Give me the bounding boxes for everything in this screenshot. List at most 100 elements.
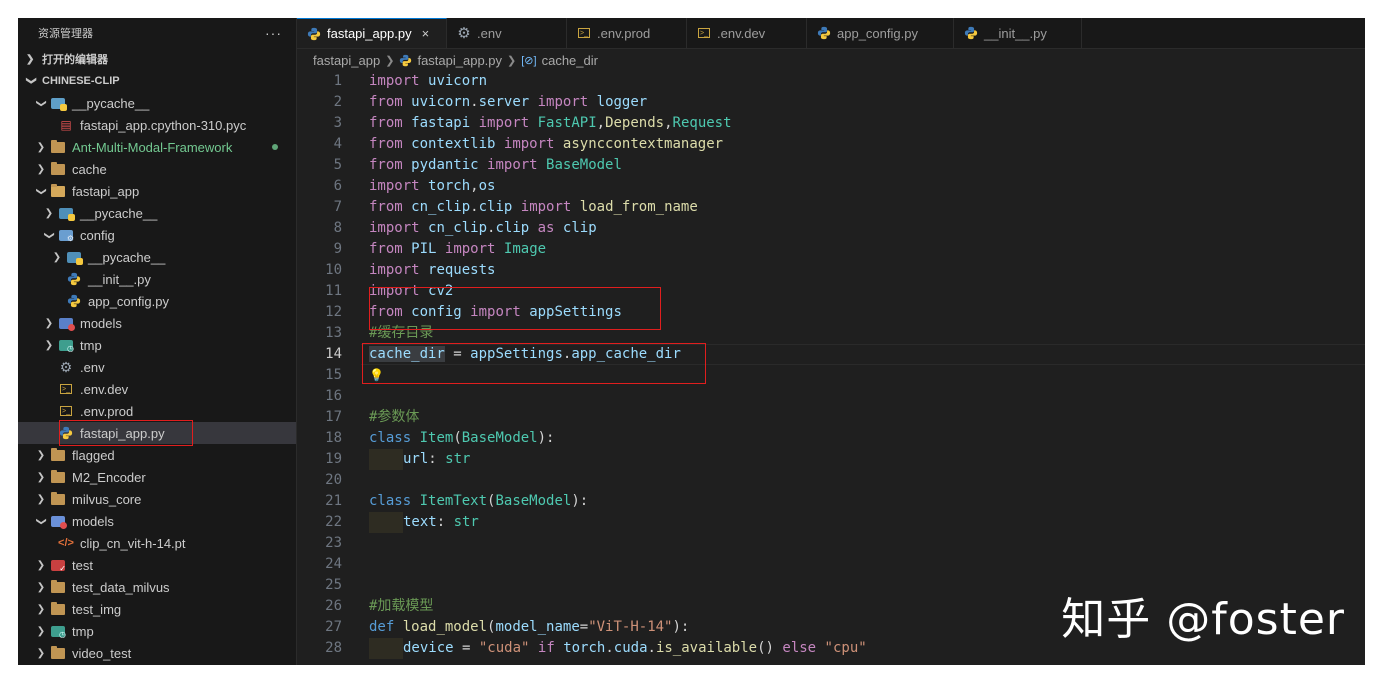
- code-line[interactable]: from PIL import Image: [369, 239, 546, 260]
- line-number: 17: [325, 409, 342, 425]
- chevron-right-icon[interactable]: ❯: [42, 318, 56, 329]
- tree-item[interactable]: ❯ ◷ tmp: [18, 620, 296, 642]
- lightbulb-icon[interactable]: 💡: [369, 368, 384, 382]
- code-line[interactable]: def load_model(model_name="ViT-H-14"):: [369, 617, 689, 638]
- tree-item[interactable]: __init__.py: [18, 268, 296, 290]
- code-line[interactable]: from pydantic import BaseModel: [369, 155, 622, 176]
- tree-item[interactable]: ❯ flagged: [18, 444, 296, 466]
- editor-tab[interactable]: ⚙ .env: [447, 18, 567, 48]
- tree-item-label: .env.dev: [80, 381, 129, 397]
- tree-item[interactable]: ❯ milvus_core: [18, 488, 296, 510]
- code-line[interactable]: class ItemText(BaseModel):: [369, 491, 588, 512]
- code-token: os: [478, 178, 496, 194]
- tree-item[interactable]: ❯ fastapi_app: [18, 180, 296, 202]
- tree-item[interactable]: ❯ ⚙ config: [18, 224, 296, 246]
- tree-item[interactable]: app_config.py: [18, 290, 296, 312]
- chevron-right-icon[interactable]: ❯: [34, 472, 48, 483]
- tree-item[interactable]: ⚙ .env: [18, 356, 296, 378]
- folder-icon: [50, 139, 66, 155]
- tree-item[interactable]: ❯ M2_Encoder: [18, 466, 296, 488]
- tree-item[interactable]: ❯ Ant-Multi-Modal-Framework: [18, 136, 296, 158]
- editor-tab[interactable]: __init__.py: [954, 18, 1082, 48]
- code-token: ):: [537, 430, 555, 446]
- code-line[interactable]: from uvicorn.server import logger: [369, 92, 647, 113]
- tree-item[interactable]: </> clip_cn_vit-h-14.pt: [18, 532, 296, 554]
- chevron-right-icon[interactable]: ❯: [34, 560, 48, 571]
- editor-tab[interactable]: >_ .env.dev: [687, 18, 807, 48]
- code-line[interactable]: import torch,os: [369, 176, 495, 197]
- code-line[interactable]: from config import appSettings: [369, 302, 622, 323]
- code-line[interactable]: #参数体: [369, 407, 419, 428]
- code-line[interactable]: cache_dir = appSettings.app_cache_dir: [369, 344, 681, 365]
- code-token: import: [369, 220, 420, 236]
- code-line[interactable]: #缓存目录: [369, 323, 433, 344]
- breadcrumb-symbol[interactable]: cache_dir: [542, 53, 598, 68]
- code-line[interactable]: device = "cuda" if torch.cuda.is_availab…: [369, 638, 867, 659]
- variable-icon: [⊘]: [521, 54, 537, 67]
- tree-item[interactable]: ❯ __pycache__: [18, 202, 296, 224]
- editor-tab[interactable]: app_config.py: [807, 18, 954, 48]
- chevron-down-icon[interactable]: ❯: [44, 228, 55, 242]
- tree-item[interactable]: >_ .env.dev: [18, 378, 296, 400]
- code-editor[interactable]: 1 import uvicorn 2 from uvicorn.server impo…: [297, 71, 1365, 665]
- code-line[interactable]: import requests: [369, 260, 495, 281]
- breadcrumb-file[interactable]: fastapi_app.py: [417, 53, 502, 68]
- line-number: 10: [325, 262, 342, 278]
- code-line[interactable]: 💡: [369, 365, 384, 386]
- tree-item[interactable]: fastapi_app.py: [18, 422, 296, 444]
- tree-item-label: fastapi_app: [72, 183, 140, 199]
- code-token: #缓存目录: [369, 325, 434, 341]
- code-line[interactable]: from contextlib import asynccontextmanag…: [369, 134, 723, 155]
- code-line[interactable]: from cn_clip.clip import load_from_name: [369, 197, 698, 218]
- project-section[interactable]: ❯ CHINESE-CLIP: [18, 70, 296, 92]
- chevron-right-icon[interactable]: ❯: [34, 604, 48, 615]
- tree-item[interactable]: ❯ ✓ test: [18, 554, 296, 576]
- chevron-right-icon[interactable]: ❯: [42, 340, 56, 351]
- editor-tab[interactable]: fastapi_app.py ×: [297, 18, 447, 48]
- code-token: is_available: [655, 640, 758, 656]
- chevron-down-icon[interactable]: ❯: [36, 96, 47, 110]
- tree-item[interactable]: ❯ test_img: [18, 598, 296, 620]
- chevron-down-icon[interactable]: ❯: [36, 514, 47, 528]
- code-line[interactable]: import cv2: [369, 281, 453, 302]
- tree-item[interactable]: ❯ __pycache__: [18, 246, 296, 268]
- chevron-right-icon[interactable]: ❯: [34, 450, 48, 461]
- terminal-icon: >_: [58, 403, 74, 419]
- code-line[interactable]: import cn_clip.clip as clip: [369, 218, 597, 239]
- tree-item[interactable]: >_ .env.prod: [18, 400, 296, 422]
- folder-icon: [50, 601, 66, 617]
- chevron-right-icon[interactable]: ❯: [34, 494, 48, 505]
- tree-item[interactable]: ❯ __pycache__: [18, 92, 296, 114]
- editor-tab[interactable]: >_ .env.prod: [567, 18, 687, 48]
- code-line[interactable]: text: str: [369, 512, 479, 533]
- tree-item[interactable]: ❯ test_data_milvus: [18, 576, 296, 598]
- code-token: :: [428, 451, 446, 467]
- tree-item[interactable]: ❯ cache: [18, 158, 296, 180]
- chevron-right-icon[interactable]: ❯: [34, 142, 48, 153]
- open-editors-section[interactable]: ❯ 打开的编辑器: [18, 48, 296, 70]
- tree-item[interactable]: ▤ fastapi_app.cpython-310.pyc: [18, 114, 296, 136]
- chevron-right-icon[interactable]: ❯: [34, 648, 48, 659]
- tree-item[interactable]: ❯ ◷ tmp: [18, 334, 296, 356]
- chevron-right-icon[interactable]: ❯: [34, 582, 48, 593]
- close-icon[interactable]: ×: [422, 26, 430, 41]
- breadcrumb-folder[interactable]: fastapi_app: [313, 53, 380, 68]
- code-line[interactable]: #加载模型: [369, 596, 433, 617]
- tree-item[interactable]: ❯ models: [18, 312, 296, 334]
- chevron-right-icon[interactable]: ❯: [50, 252, 64, 263]
- chevron-down-icon[interactable]: ❯: [36, 184, 47, 198]
- code-line[interactable]: from fastapi import FastAPI,Depends,Requ…: [369, 113, 732, 134]
- line-number: 21: [325, 493, 342, 509]
- chevron-right-icon[interactable]: ❯: [34, 164, 48, 175]
- code-line[interactable]: import uvicorn: [369, 71, 487, 92]
- code-token: str: [453, 514, 479, 530]
- code-line[interactable]: url: str: [369, 449, 470, 470]
- code-line[interactable]: class Item(BaseModel):: [369, 428, 554, 449]
- chevron-right-icon[interactable]: ❯: [42, 208, 56, 219]
- more-actions-icon[interactable]: ···: [265, 25, 282, 41]
- chevron-right-icon[interactable]: ❯: [34, 626, 48, 637]
- tree-item[interactable]: ❯ video_test: [18, 642, 296, 664]
- tree-item[interactable]: ❯ models: [18, 510, 296, 532]
